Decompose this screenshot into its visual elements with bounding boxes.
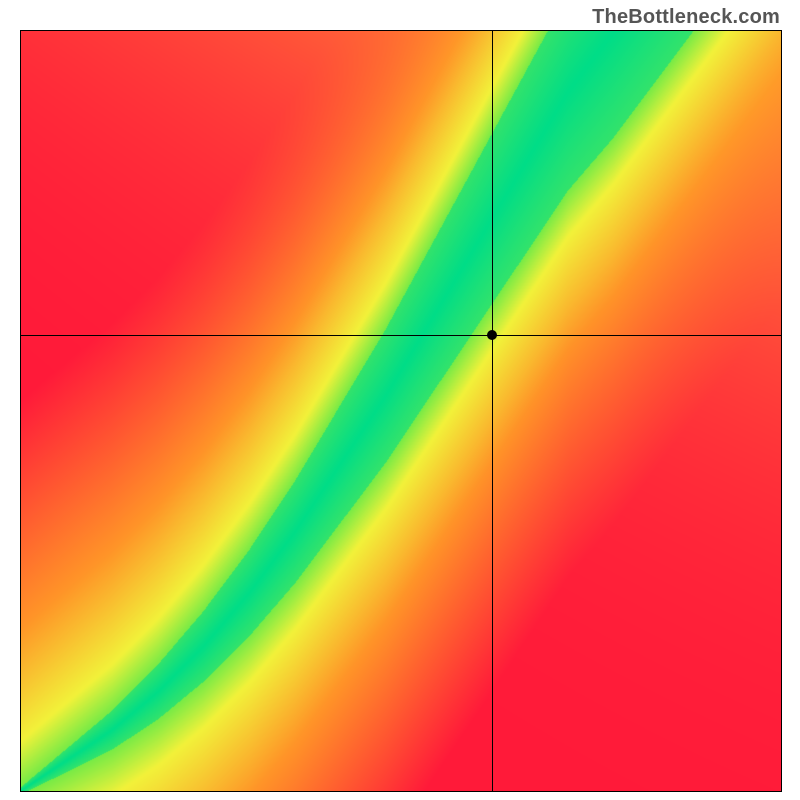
data-point-marker [487, 330, 497, 340]
plot-area [20, 30, 782, 792]
crosshair-vertical [492, 31, 493, 791]
crosshair-horizontal [21, 335, 781, 336]
heatmap-canvas [21, 31, 781, 791]
watermark-text: TheBottleneck.com [592, 6, 780, 29]
chart-container: TheBottleneck.com [0, 0, 800, 800]
